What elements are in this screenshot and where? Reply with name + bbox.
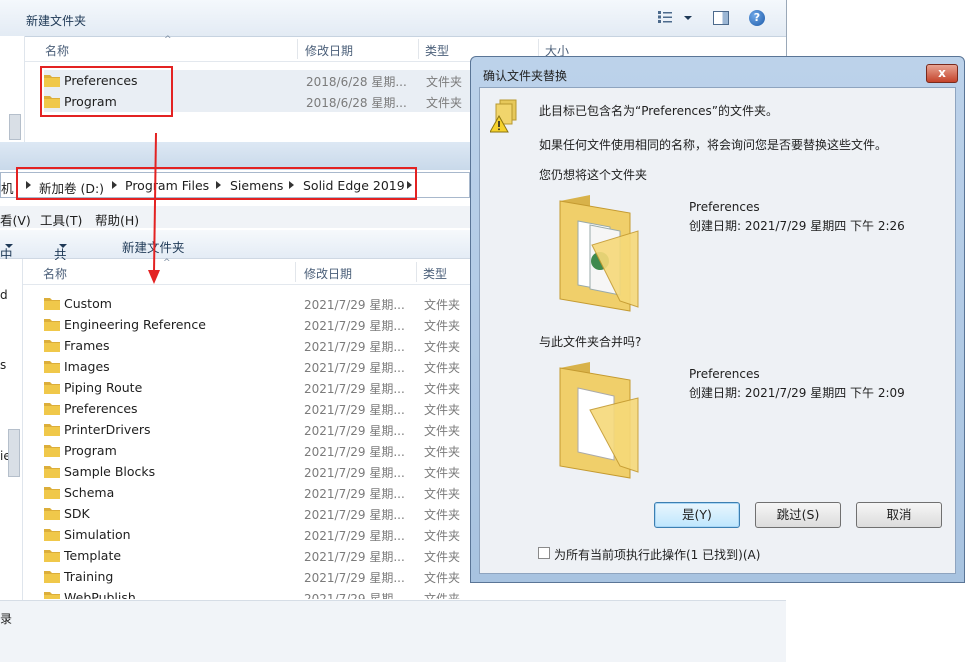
yes-button[interactable]: 是(Y): [654, 502, 740, 528]
warning-folder-icon: [490, 99, 517, 133]
target-folder-created: 创建日期: 2021/7/29 星期四 下午 2:09: [689, 386, 905, 400]
dialog-body: 此目标已包含名为“Preferences”的文件夹。 如果任何文件使用相同的名称…: [479, 87, 956, 574]
arrow-line-down: [153, 132, 157, 273]
target-folder-name: Preferences: [689, 367, 760, 381]
dialog-info: 如果任何文件使用相同的名称，将会询问您是否要替换这些文件。: [539, 138, 888, 152]
source-folder-option[interactable]: [550, 191, 670, 321]
target-folder-option[interactable]: [550, 358, 670, 488]
source-folder-created: 创建日期: 2021/7/29 星期四 下午 2:26: [689, 219, 905, 233]
dialog-message: 此目标已包含名为“Preferences”的文件夹。: [539, 104, 779, 118]
apply-all-checkbox[interactable]: [538, 547, 550, 559]
dialog-title: 确认文件夹替换: [483, 69, 568, 83]
folder-icon: [559, 362, 639, 479]
cancel-button[interactable]: 取消: [856, 502, 942, 528]
skip-button[interactable]: 跳过(S): [755, 502, 841, 528]
arrow-head-down: [148, 270, 160, 284]
source-folder-name: Preferences: [689, 200, 760, 214]
apply-all-label[interactable]: 为所有当前项执行此操作(1 已找到)(A): [554, 546, 760, 563]
question-merge: 与此文件夹合并吗?: [539, 335, 642, 349]
folder-with-files-icon: [559, 195, 639, 312]
confirm-folder-replace-dialog: 确认文件夹替换 x 此目标已包含名为“Preferences”的文件夹。 如果任…: [470, 56, 965, 583]
question-keep: 您仍想将这个文件夹: [539, 168, 648, 182]
close-button[interactable]: x: [926, 64, 958, 83]
